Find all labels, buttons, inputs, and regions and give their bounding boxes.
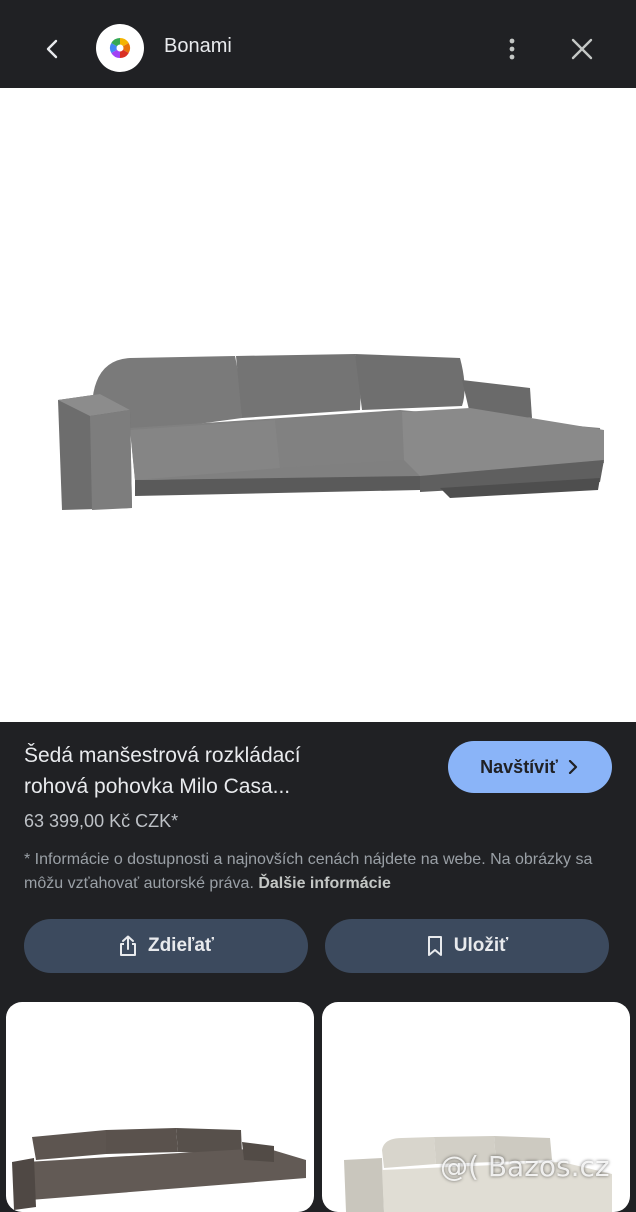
product-title-line2: rohová pohovka Milo Casa...	[24, 775, 291, 798]
save-button-label: Uložiť	[453, 935, 509, 956]
bonami-logo-icon	[109, 37, 131, 59]
product-image[interactable]	[0, 88, 636, 722]
related-result-card[interactable]	[6, 1002, 314, 1212]
back-button[interactable]	[30, 26, 76, 72]
disclaimer: * Informácie o dostupnosti a najnovších …	[24, 848, 604, 896]
product-title-line1: Šedá manšestrová rozkládací	[24, 744, 301, 767]
related-sofa-image	[12, 1128, 306, 1210]
close-icon	[571, 38, 593, 60]
save-button[interactable]: Uložiť	[325, 919, 609, 973]
close-button[interactable]	[560, 26, 604, 72]
share-icon	[119, 935, 136, 956]
bookmark-icon	[427, 936, 442, 956]
more-options-button[interactable]	[490, 26, 534, 72]
visit-button-label: Navštíviť	[480, 756, 558, 777]
visit-button[interactable]: Navštíviť	[448, 741, 612, 793]
share-button-label: Zdieľať	[147, 935, 215, 956]
more-vert-icon	[509, 38, 515, 60]
product-info-panel: Šedá manšestrová rozkládací rohová pohov…	[0, 722, 636, 1002]
chevron-left-icon	[46, 39, 58, 59]
share-button[interactable]: Zdieľať	[24, 919, 308, 973]
site-name[interactable]: Bonami	[164, 35, 232, 58]
more-info-link[interactable]: Ďalšie informácie	[258, 875, 391, 892]
product-price: 63 399,00 Kč CZK*	[24, 811, 179, 831]
chevron-right-icon	[568, 760, 577, 774]
bonami-logo	[96, 24, 144, 72]
top-bar: Bonami	[0, 0, 636, 88]
product-title[interactable]: Šedá manšestrová rozkládací rohová pohov…	[24, 740, 424, 802]
sofa-illustration	[58, 354, 604, 510]
watermark: @( Bazos.cz	[440, 1150, 610, 1183]
